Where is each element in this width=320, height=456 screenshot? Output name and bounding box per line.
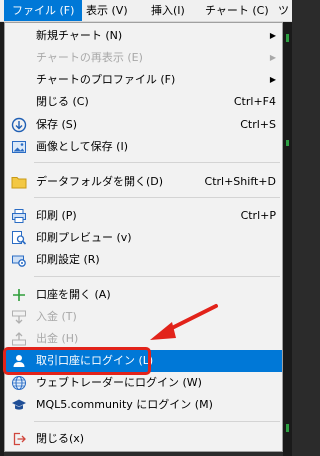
annotation-arrow-icon bbox=[150, 304, 218, 340]
